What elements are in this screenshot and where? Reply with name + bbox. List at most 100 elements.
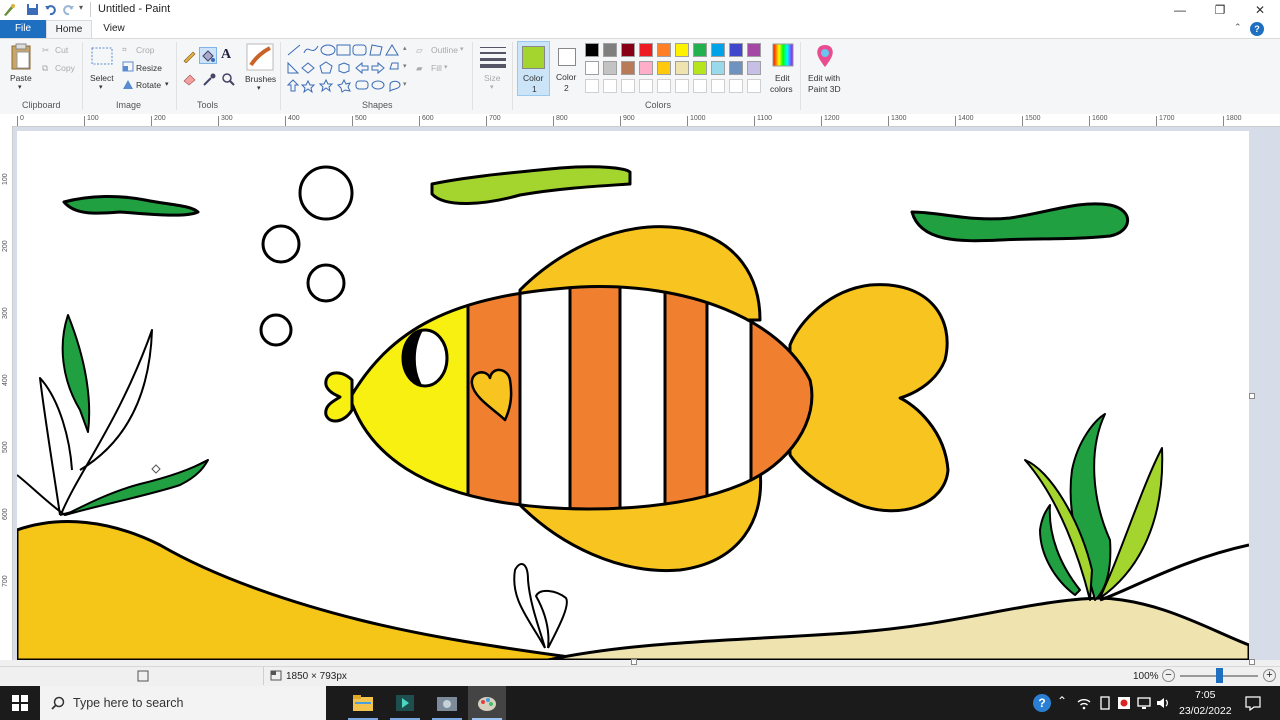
palette-color-swatch[interactable] [639,61,653,75]
fill-tool-button[interactable] [199,47,217,64]
palette-color-swatch[interactable] [603,61,617,75]
shapes-scroll-down-icon[interactable]: ▾ [403,62,407,70]
brushes-label[interactable]: Brushes [245,74,276,84]
close-button[interactable]: ✕ [1240,0,1280,20]
select-icon[interactable] [90,44,114,68]
fill-button[interactable]: Fill [431,63,442,73]
palette-custom-slot[interactable] [693,79,707,93]
edit-colors-line1[interactable]: Edit [775,73,790,83]
magnifier-icon[interactable] [221,72,235,86]
zoom-out-button[interactable]: − [1162,669,1175,682]
palette-color-swatch[interactable] [639,43,653,57]
wifi-icon[interactable] [1077,696,1091,710]
palette-color-swatch[interactable] [747,43,761,57]
zoom-slider-thumb[interactable] [1216,668,1223,683]
brushes-dropdown-icon[interactable]: ▾ [257,84,261,92]
color1-button[interactable]: Color 1 [517,41,550,96]
palette-color-swatch[interactable] [657,61,671,75]
palette-color-swatch[interactable] [603,43,617,57]
redo-icon[interactable] [62,3,75,16]
taskbar-app-2[interactable] [386,686,424,720]
minimize-button[interactable]: — [1160,0,1200,20]
resize-button[interactable]: Resize [136,63,162,73]
customize-qat-chevron-icon[interactable]: ▾ [79,3,83,12]
zoom-in-button[interactable]: + [1263,669,1276,682]
size-label[interactable]: Size [484,73,501,83]
undo-icon[interactable] [44,3,57,16]
rotate-button[interactable]: Rotate [136,80,161,90]
drawing-canvas[interactable] [17,131,1249,660]
clock-date[interactable]: 23/02/2022 [1179,705,1232,717]
palette-color-swatch[interactable] [585,61,599,75]
palette-custom-slot[interactable] [657,79,671,93]
notifications-icon[interactable] [1245,695,1261,711]
outline-button[interactable]: Outline [431,45,458,55]
shapes-more-icon[interactable]: ▾ [403,80,407,88]
eraser-icon[interactable] [182,72,196,86]
palette-color-swatch[interactable] [585,43,599,57]
volume-icon[interactable] [1156,696,1170,710]
clock-time[interactable]: 7:05 [1195,689,1215,701]
rotate-dropdown-icon[interactable]: ▾ [165,80,169,88]
taskbar-file-explorer[interactable] [344,686,382,720]
palette-color-swatch[interactable] [675,43,689,57]
palette-custom-slot[interactable] [603,79,617,93]
paste-dropdown-icon[interactable]: ▾ [18,83,22,91]
paste-label[interactable]: Paste [10,73,32,83]
palette-custom-slot[interactable] [747,79,761,93]
palette-custom-slot[interactable] [729,79,743,93]
select-dropdown-icon[interactable]: ▾ [99,83,103,91]
palette-color-swatch[interactable] [621,43,635,57]
palette-color-swatch[interactable] [729,61,743,75]
paint3d-line1[interactable]: Edit with [808,73,840,83]
palette-color-swatch[interactable] [747,61,761,75]
shapes-gallery[interactable] [286,43,410,93]
canvas-resize-handle-corner[interactable] [1249,659,1255,665]
paint3d-line2[interactable]: Paint 3D [808,84,841,94]
tablet-icon[interactable] [1098,696,1112,710]
palette-custom-slot[interactable] [639,79,653,93]
taskbar-app-3[interactable] [428,686,466,720]
network-icon[interactable] [1137,696,1151,710]
tab-file[interactable]: File [0,20,46,38]
canvas-resize-handle-right[interactable] [1249,393,1255,399]
crop-button[interactable]: Crop [136,45,154,55]
cut-button[interactable]: Cut [55,45,68,55]
color-picker-icon[interactable] [202,72,216,86]
palette-color-swatch[interactable] [675,61,689,75]
palette-color-swatch[interactable] [693,43,707,57]
maximize-button[interactable]: ❐ [1200,0,1240,20]
palette-custom-slot[interactable] [621,79,635,93]
palette-color-swatch[interactable] [693,61,707,75]
size-icon[interactable] [479,45,507,69]
select-label[interactable]: Select [90,73,114,83]
shapes-scroll-up-icon[interactable]: ▴ [403,44,407,52]
pencil-icon[interactable] [182,49,196,63]
palette-color-swatch[interactable] [711,43,725,57]
palette-custom-slot[interactable] [675,79,689,93]
paste-icon[interactable] [10,43,32,71]
save-icon[interactable] [26,3,39,16]
tab-home[interactable]: Home [46,20,92,39]
paint3d-icon[interactable] [814,43,836,69]
taskbar-paint[interactable] [468,686,506,720]
palette-custom-slot[interactable] [711,79,725,93]
palette-color-swatch[interactable] [729,43,743,57]
text-tool-icon[interactable]: A [221,47,231,63]
edit-colors-line2[interactable]: colors [770,84,793,94]
help-tray-icon[interactable]: ? [1033,694,1051,712]
palette-custom-slot[interactable] [585,79,599,93]
canvas-resize-handle-bottom[interactable] [631,659,637,665]
taskbar-search-box[interactable]: Type here to search [40,686,326,720]
color2-button[interactable]: Color 2 [553,41,581,96]
brushes-icon[interactable] [246,43,274,71]
collapse-ribbon-chevron-icon[interactable]: ⌃ [1234,22,1242,33]
show-hidden-icons-chevron-icon[interactable]: ⌃ [1057,694,1067,708]
video-recorder-icon[interactable] [1117,696,1131,710]
copy-button[interactable]: Copy [55,63,75,73]
tab-view[interactable]: View [96,20,132,38]
help-icon[interactable]: ? [1250,22,1264,36]
palette-color-swatch[interactable] [711,61,725,75]
palette-color-swatch[interactable] [657,43,671,57]
windows-start-icon[interactable] [12,695,28,711]
